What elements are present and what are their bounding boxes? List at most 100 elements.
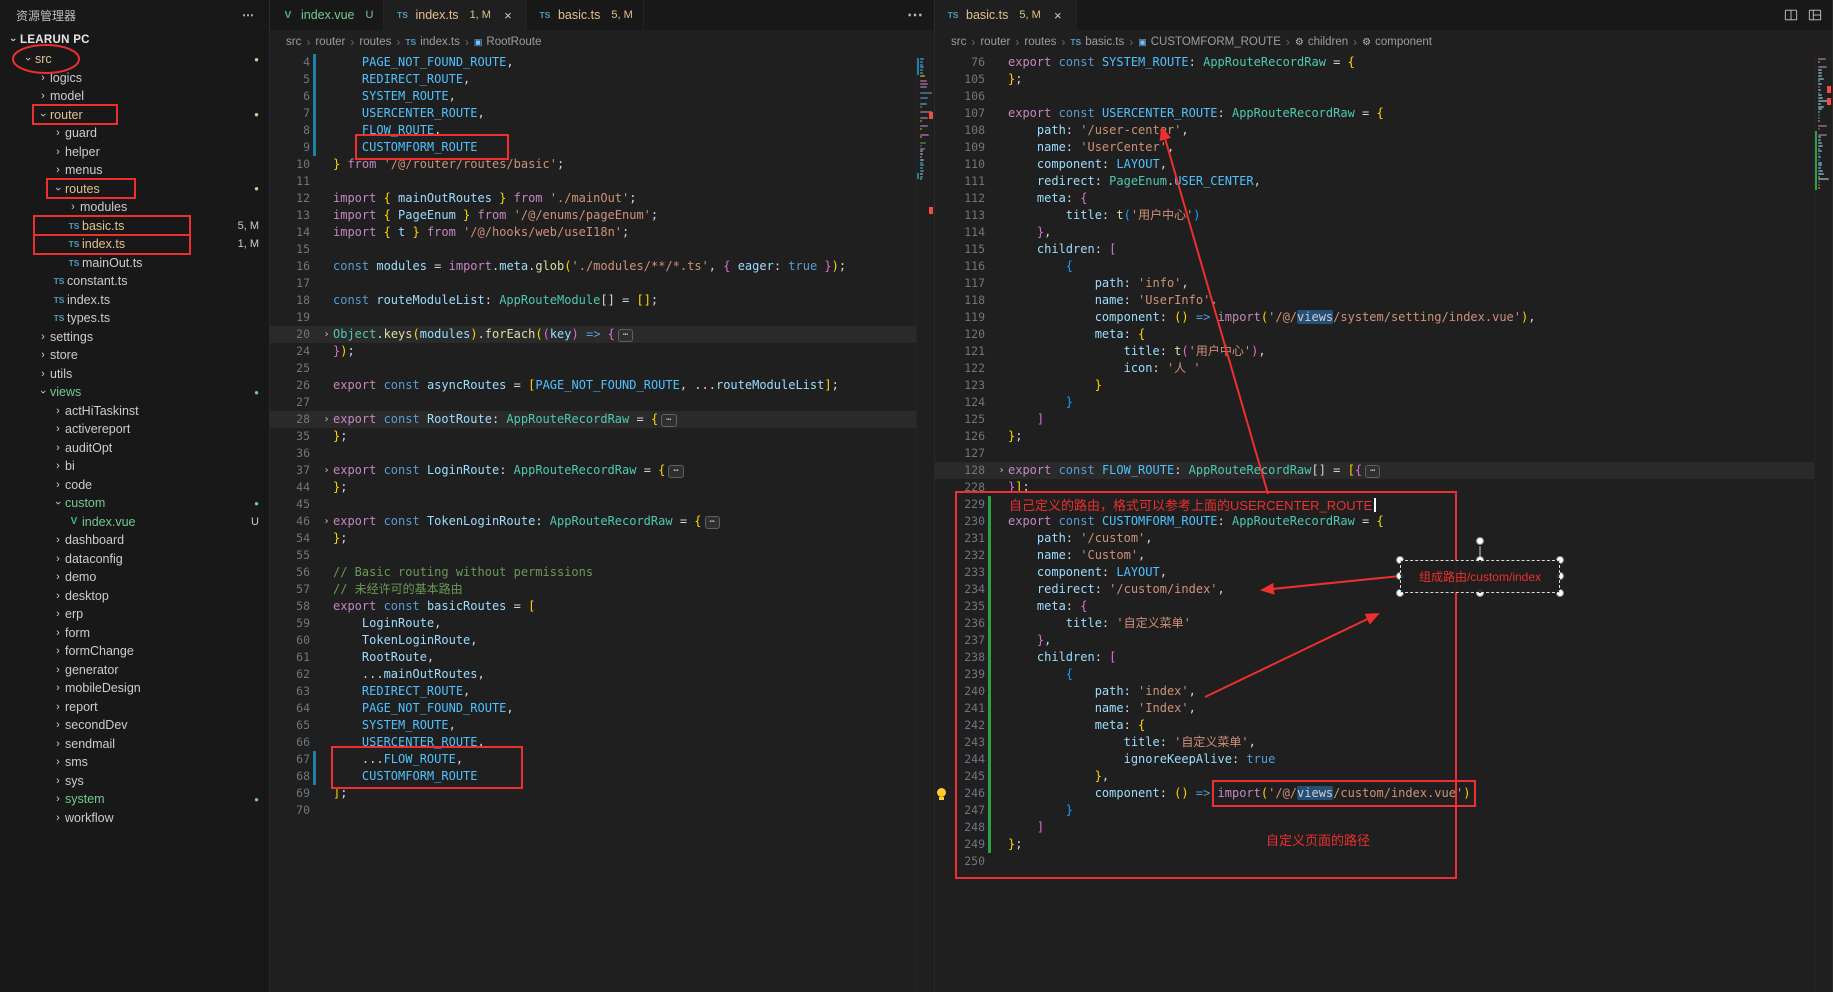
code-line-60[interactable]: 60 TokenLoginRoute, bbox=[270, 632, 916, 649]
breadcrumb-item-router[interactable]: router bbox=[980, 36, 1010, 48]
project-root-row[interactable]: › LEARUN PC bbox=[0, 30, 269, 50]
tree-folder-utils[interactable]: ›utils bbox=[0, 365, 269, 384]
code-line-10[interactable]: 10} from '/@/router/routes/basic'; bbox=[270, 156, 916, 173]
tree-folder-dashboard[interactable]: ›dashboard bbox=[0, 531, 269, 550]
code-line-12[interactable]: 12import { mainOutRoutes } from './mainO… bbox=[270, 190, 916, 207]
code-line-20[interactable]: 20›Object.keys(modules).forEach((key) =>… bbox=[270, 326, 916, 343]
breadcrumb-item-RootRoute[interactable]: ▣RootRoute bbox=[474, 36, 542, 48]
fold-chevron-icon[interactable]: › bbox=[320, 326, 333, 343]
code-line-67[interactable]: 67 ...FLOW_ROUTE, bbox=[270, 751, 916, 768]
code-line-66[interactable]: 66 USERCENTER_ROUTE, bbox=[270, 734, 916, 751]
breadcrumb-item-children[interactable]: ⚙children bbox=[1295, 36, 1348, 48]
code-line-117[interactable]: 117 path: 'info', bbox=[935, 275, 1814, 292]
code-line-27[interactable]: 27 bbox=[270, 394, 916, 411]
code-line-46[interactable]: 46›export const TokenLoginRoute: AppRout… bbox=[270, 513, 916, 530]
tree-folder-report[interactable]: ›report bbox=[0, 698, 269, 717]
tree-file-constant.ts[interactable]: TSconstant.ts bbox=[0, 272, 269, 291]
code-line-26[interactable]: 26export const asyncRoutes = [PAGE_NOT_F… bbox=[270, 377, 916, 394]
code-line-241[interactable]: 241 name: 'Index', bbox=[935, 700, 1814, 717]
code-line-126[interactable]: 126}; bbox=[935, 428, 1814, 445]
code-line-36[interactable]: 36 bbox=[270, 445, 916, 462]
tree-folder-bi[interactable]: ›bi bbox=[0, 457, 269, 476]
code-line-235[interactable]: 235 meta: { bbox=[935, 598, 1814, 615]
tree-file-index.ts[interactable]: TSindex.ts1, M bbox=[0, 235, 269, 254]
tree-folder-auditOpt[interactable]: ›auditOpt bbox=[0, 439, 269, 458]
tree-folder-secondDev[interactable]: ›secondDev bbox=[0, 716, 269, 735]
code-line-234[interactable]: 234 redirect: '/custom/index', bbox=[935, 581, 1814, 598]
breadcrumb-item-src[interactable]: src bbox=[286, 36, 301, 48]
code-line-122[interactable]: 122 icon: '人 ' bbox=[935, 360, 1814, 377]
tree-folder-actHiTaskinst[interactable]: ›actHiTaskinst bbox=[0, 402, 269, 421]
code-line-113[interactable]: 113 title: t('用户中心') bbox=[935, 207, 1814, 224]
tree-folder-store[interactable]: ›store bbox=[0, 346, 269, 365]
code-line-70[interactable]: 70 bbox=[270, 802, 916, 819]
fold-chevron-icon[interactable]: › bbox=[320, 513, 333, 530]
fold-chevron-icon[interactable]: › bbox=[320, 462, 333, 479]
code-line-114[interactable]: 114 }, bbox=[935, 224, 1814, 241]
code-line-37[interactable]: 37›export const LoginRoute: AppRouteReco… bbox=[270, 462, 916, 479]
code-line-4[interactable]: 4 PAGE_NOT_FOUND_ROUTE, bbox=[270, 54, 916, 71]
tree-folder-guard[interactable]: ›guard bbox=[0, 124, 269, 143]
code-line-119[interactable]: 119 component: () => import('/@/views/sy… bbox=[935, 309, 1814, 326]
code-line-15[interactable]: 15 bbox=[270, 241, 916, 258]
tree-folder-sms[interactable]: ›sms bbox=[0, 753, 269, 772]
code-line-118[interactable]: 118 name: 'UserInfo', bbox=[935, 292, 1814, 309]
tree-folder-logics[interactable]: ›logics bbox=[0, 69, 269, 88]
breadcrumb-item-src[interactable]: src bbox=[951, 36, 966, 48]
code-editor-basic-ts[interactable]: 76export const SYSTEM_ROUTE: AppRouteRec… bbox=[935, 54, 1814, 992]
code-line-18[interactable]: 18const routeModuleList: AppRouteModule[… bbox=[270, 292, 916, 309]
code-line-63[interactable]: 63 REDIRECT_ROUTE, bbox=[270, 683, 916, 700]
code-line-106[interactable]: 106 bbox=[935, 88, 1814, 105]
minimap-right[interactable] bbox=[1814, 54, 1832, 992]
tree-file-basic.ts[interactable]: TSbasic.ts5, M bbox=[0, 217, 269, 236]
code-line-5[interactable]: 5 REDIRECT_ROUTE, bbox=[270, 71, 916, 88]
split-editor-icon[interactable] bbox=[1784, 8, 1798, 22]
code-line-230[interactable]: 230export const CUSTOMFORM_ROUTE: AppRou… bbox=[935, 513, 1814, 530]
code-line-237[interactable]: 237 }, bbox=[935, 632, 1814, 649]
tree-folder-custom[interactable]: ›custom● bbox=[0, 494, 269, 513]
code-line-242[interactable]: 242 meta: { bbox=[935, 717, 1814, 734]
code-line-248[interactable]: 248 ] bbox=[935, 819, 1814, 836]
code-line-236[interactable]: 236 title: '自定义菜单' bbox=[935, 615, 1814, 632]
code-line-45[interactable]: 45 bbox=[270, 496, 916, 513]
code-line-28[interactable]: 28›export const RootRoute: AppRouteRecor… bbox=[270, 411, 916, 428]
explorer-more-actions-icon[interactable]: ⋯ bbox=[242, 8, 255, 22]
code-line-14[interactable]: 14import { t } from '/@/hooks/web/useI18… bbox=[270, 224, 916, 241]
code-line-76[interactable]: 76export const SYSTEM_ROUTE: AppRouteRec… bbox=[935, 54, 1814, 71]
code-line-245[interactable]: 245 }, bbox=[935, 768, 1814, 785]
tree-folder-model[interactable]: ›model bbox=[0, 87, 269, 106]
code-line-17[interactable]: 17 bbox=[270, 275, 916, 292]
breadcrumb-item-CUSTOMFORM_ROUTE[interactable]: ▣CUSTOMFORM_ROUTE bbox=[1138, 36, 1281, 48]
tree-folder-mobileDesign[interactable]: ›mobileDesign bbox=[0, 679, 269, 698]
code-line-232[interactable]: 232 name: 'Custom', bbox=[935, 547, 1814, 564]
code-line-244[interactable]: 244 ignoreKeepAlive: true bbox=[935, 751, 1814, 768]
code-line-109[interactable]: 109 name: 'UserCenter', bbox=[935, 139, 1814, 156]
code-line-7[interactable]: 7 USERCENTER_ROUTE, bbox=[270, 105, 916, 122]
code-line-112[interactable]: 112 meta: { bbox=[935, 190, 1814, 207]
tree-folder-system[interactable]: ›system● bbox=[0, 790, 269, 809]
code-line-35[interactable]: 35}; bbox=[270, 428, 916, 445]
code-line-108[interactable]: 108 path: '/user-center', bbox=[935, 122, 1814, 139]
code-line-115[interactable]: 115 children: [ bbox=[935, 241, 1814, 258]
code-line-128[interactable]: 128›export const FLOW_ROUTE: AppRouteRec… bbox=[935, 462, 1814, 479]
code-line-105[interactable]: 105}; bbox=[935, 71, 1814, 88]
code-line-240[interactable]: 240 path: 'index', bbox=[935, 683, 1814, 700]
code-line-249[interactable]: 249}; bbox=[935, 836, 1814, 853]
code-line-231[interactable]: 231 path: '/custom', bbox=[935, 530, 1814, 547]
tab-basic.ts[interactable]: TSbasic.ts5, M× bbox=[935, 0, 1077, 30]
code-line-25[interactable]: 25 bbox=[270, 360, 916, 377]
editor-layout-icon[interactable] bbox=[1808, 8, 1822, 22]
breadcrumb-item-router[interactable]: router bbox=[315, 36, 345, 48]
tab-basic.ts[interactable]: TSbasic.ts5, M bbox=[527, 0, 644, 30]
minimap-middle[interactable] bbox=[916, 54, 934, 992]
tree-folder-formChange[interactable]: ›formChange bbox=[0, 642, 269, 661]
code-line-64[interactable]: 64 PAGE_NOT_FOUND_ROUTE, bbox=[270, 700, 916, 717]
breadcrumb-item-index.ts[interactable]: TSindex.ts bbox=[405, 36, 460, 48]
tree-folder-sendmail[interactable]: ›sendmail bbox=[0, 735, 269, 754]
code-line-11[interactable]: 11 bbox=[270, 173, 916, 190]
code-line-13[interactable]: 13import { PageEnum } from '/@/enums/pag… bbox=[270, 207, 916, 224]
tree-folder-form[interactable]: ›form bbox=[0, 624, 269, 643]
editor-more-actions-icon[interactable]: ⋯ bbox=[907, 5, 924, 25]
code-line-9[interactable]: 9 CUSTOMFORM_ROUTE bbox=[270, 139, 916, 156]
tree-folder-code[interactable]: ›code bbox=[0, 476, 269, 495]
